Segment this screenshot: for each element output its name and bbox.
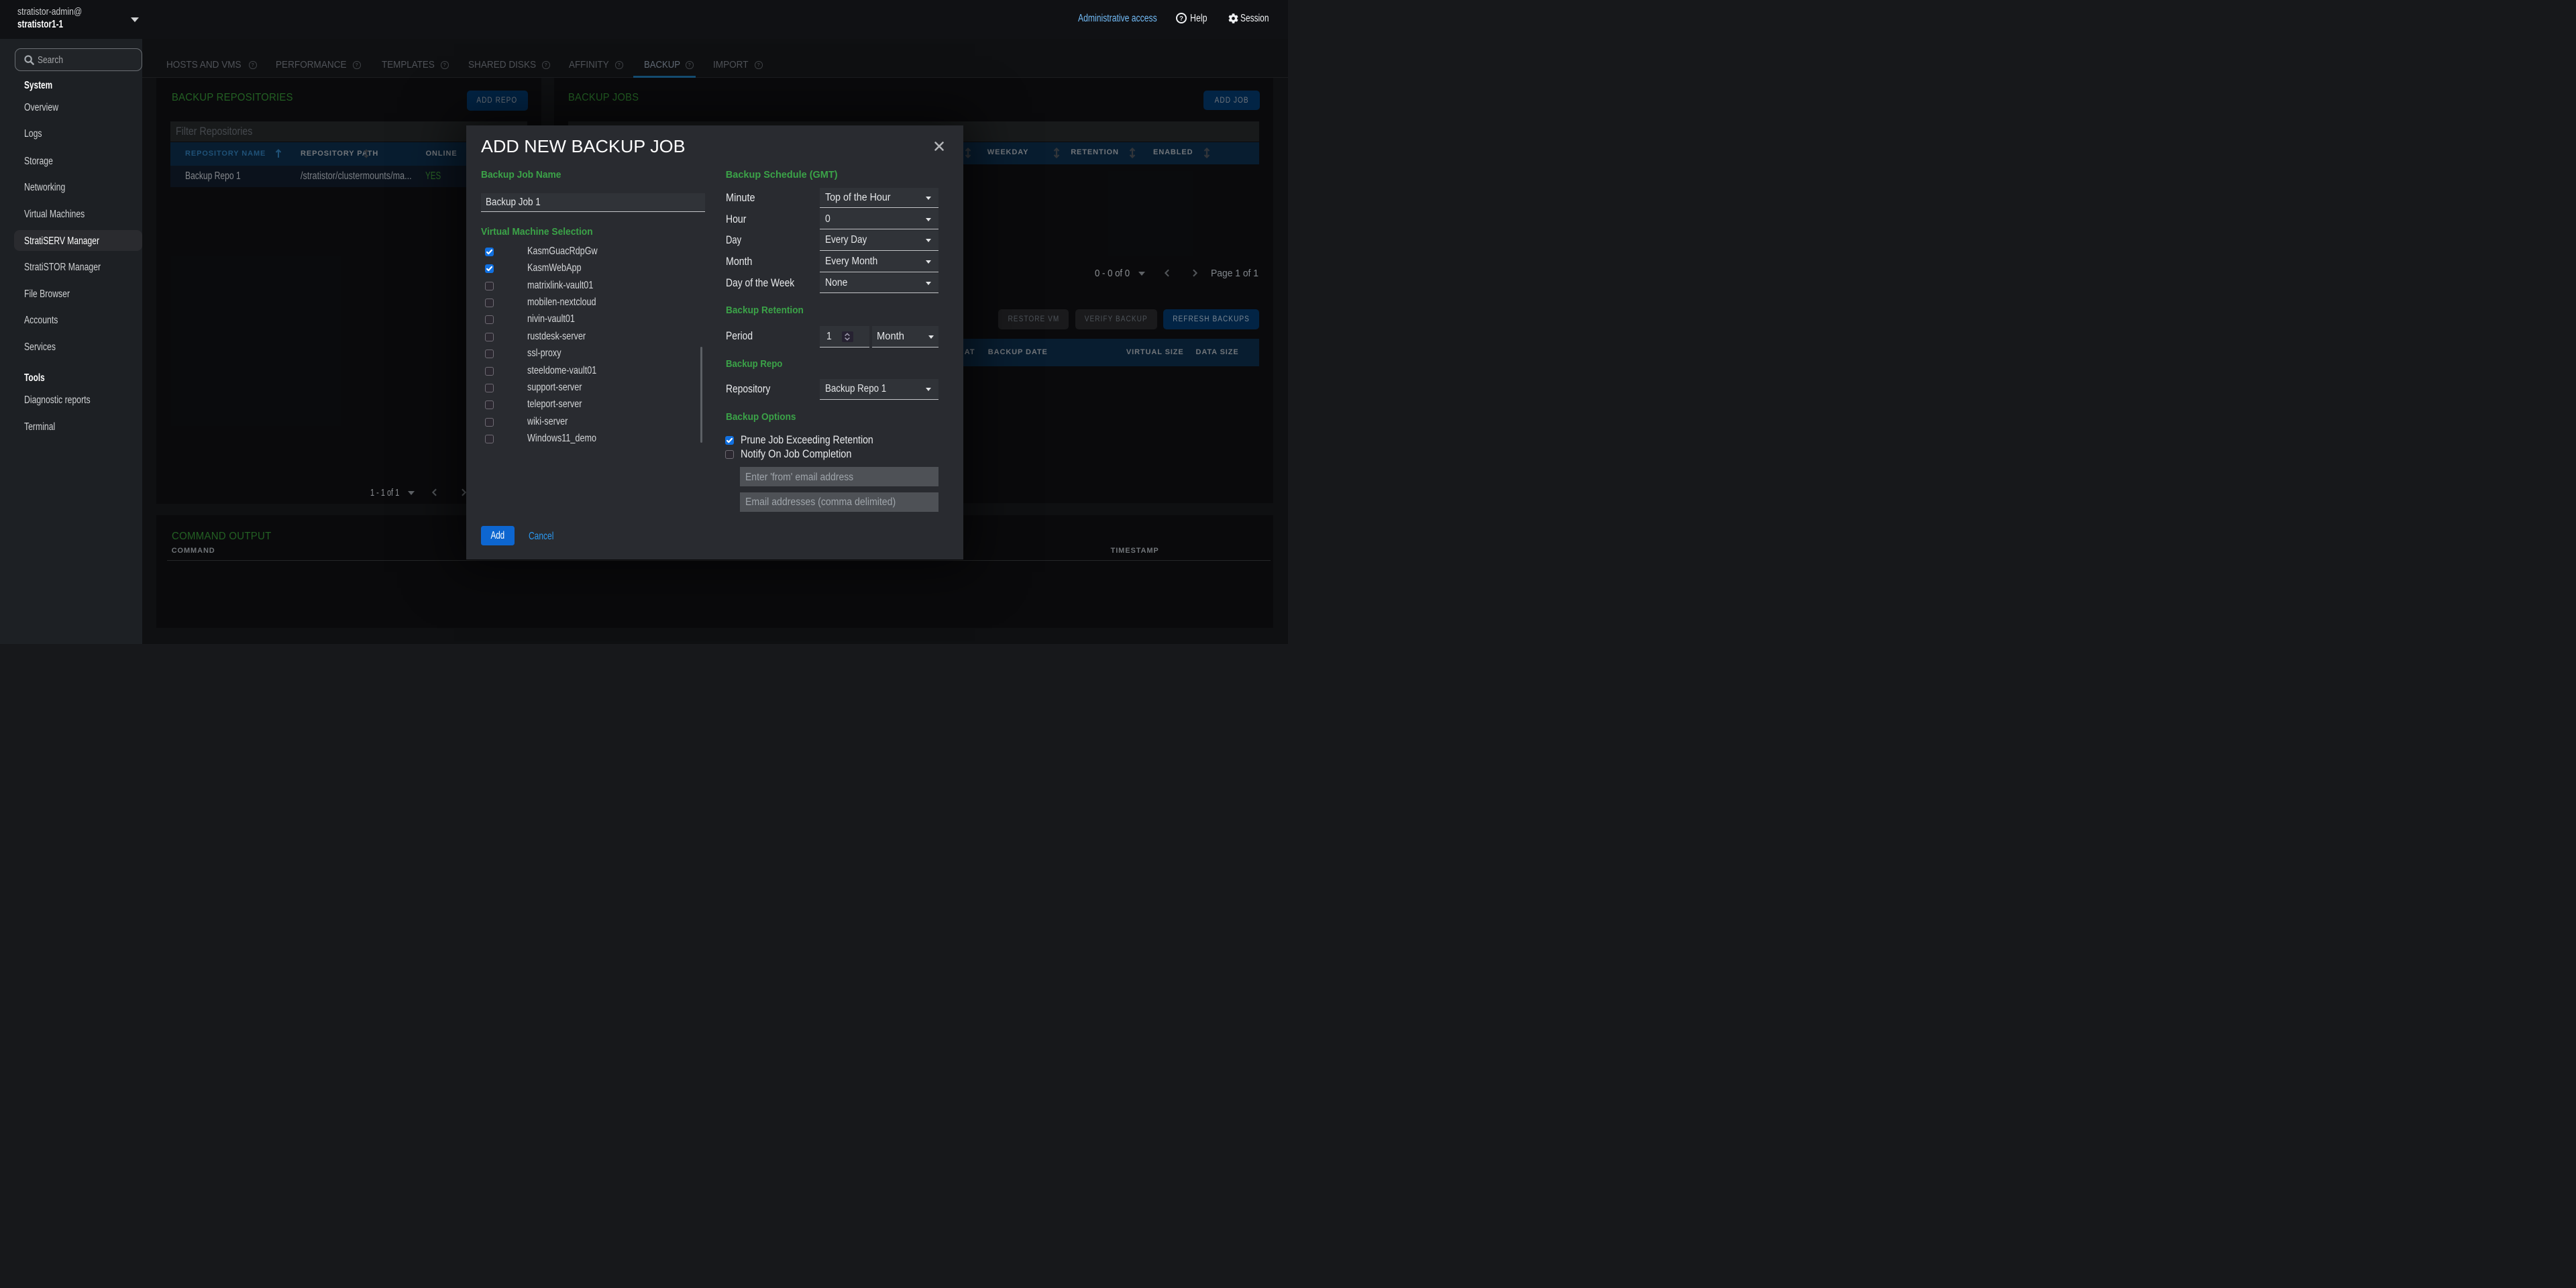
svg-text:?: ? (1179, 15, 1183, 22)
